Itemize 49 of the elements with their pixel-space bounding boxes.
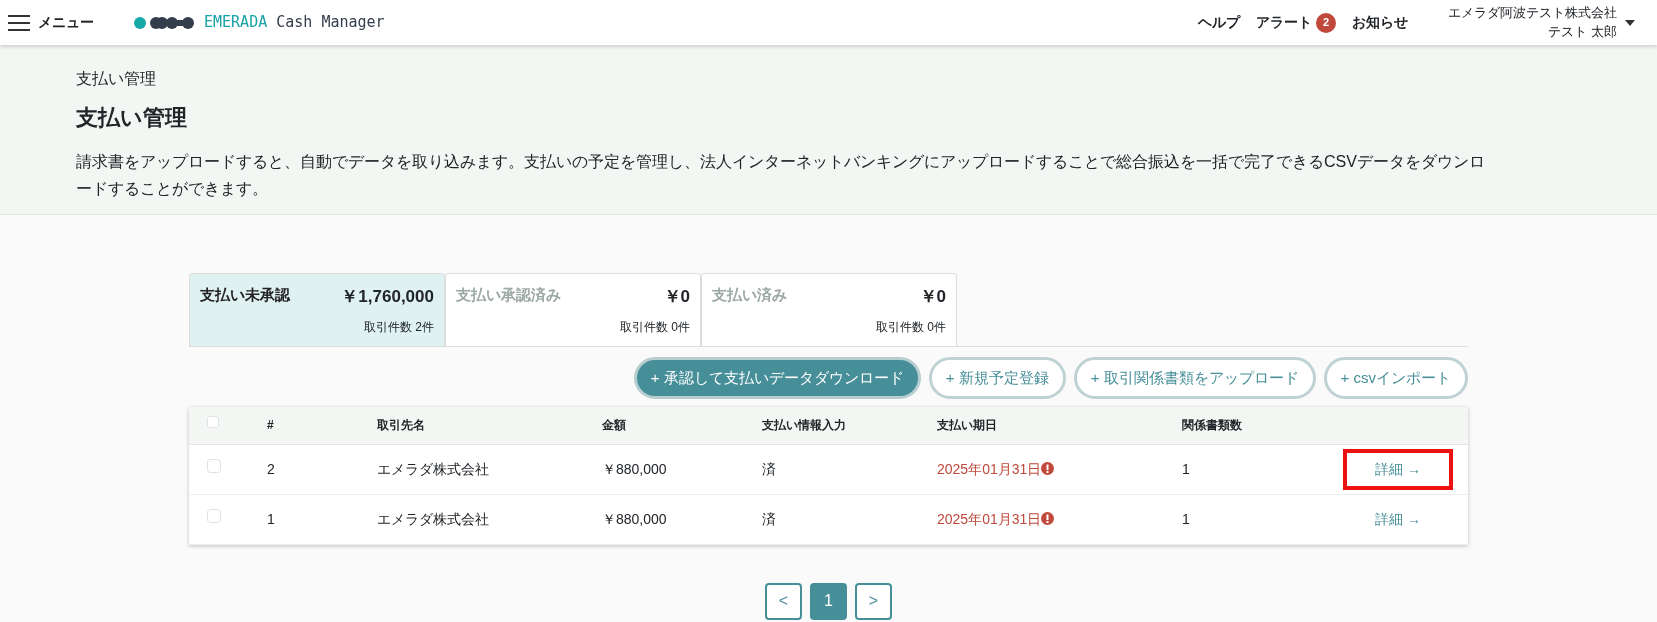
table-cell: 1 [1182, 510, 1190, 527]
column-header: # [267, 418, 274, 433]
company-name: エメラダ阿波テスト株式会社 [1448, 3, 1617, 22]
nav-link[interactable]: お知らせ [1352, 12, 1408, 33]
table-cell: ￥880,000 [602, 510, 667, 527]
table-cell: 1 [1182, 460, 1190, 477]
column-header: 支払い期日 [937, 418, 997, 433]
column-header: 関係書類数 [1182, 418, 1242, 433]
table-cell: 済 [762, 510, 776, 527]
nav-link[interactable]: アラート 2 [1256, 12, 1336, 33]
warning-icon [1041, 511, 1055, 525]
menu-button[interactable]: メニュー [8, 12, 94, 33]
checkbox[interactable] [207, 508, 221, 523]
page-button[interactable]: 1 [810, 582, 847, 620]
detail-link[interactable]: 詳細 → [1347, 502, 1449, 536]
page-description: 請求書をアップロードすると、自動でデータを取り込みます。支払いの予定を管理し、法人インターネットバンキングにアップロードすることで総合振込を一括で完了できるCSVデータをダウンロードすることができます。 [76, 152, 1486, 199]
column-header: 金額 [602, 418, 626, 433]
menu-icon [8, 14, 30, 31]
nav-link[interactable]: ヘルプ [1198, 12, 1240, 33]
breadcrumb[interactable]: 支払い管理 [76, 67, 1581, 91]
table-cell: ￥880,000 [602, 460, 667, 477]
table-cell: エメラダ株式会社 [377, 460, 489, 477]
checkbox[interactable] [207, 416, 219, 429]
column-header: 支払い情報入力 [762, 418, 846, 433]
page-title: 支払い管理 [76, 105, 188, 132]
action-button[interactable]: + 承認して支払いデータダウンロード [633, 357, 921, 400]
table-cell: エメラダ株式会社 [377, 510, 489, 527]
action-button[interactable]: + csvインポート [1323, 357, 1468, 400]
action-button[interactable]: + 取引関係書類をアップロード [1073, 357, 1316, 400]
user-menu[interactable]: エメラダ阿波テスト株式会社 テスト 太郎 [1448, 3, 1635, 42]
summary-tab[interactable]: 支払い済み ￥0 取引件数 0件 [701, 273, 957, 347]
next-page-button[interactable]: > [855, 582, 892, 620]
column-header: 取引先名 [377, 418, 425, 433]
table-cell: 2 [267, 460, 275, 477]
due-date: 2025年01月31日 [937, 460, 1042, 477]
checkbox[interactable] [207, 458, 221, 473]
warning-icon [1041, 461, 1055, 475]
action-button[interactable]: + 新規予定登録 [928, 357, 1066, 400]
alert-count-badge: 2 [1316, 12, 1336, 33]
due-date: 2025年01月31日 [937, 510, 1042, 527]
caret-icon [1625, 19, 1635, 26]
logo-icon [134, 15, 196, 30]
table-cell: 済 [762, 460, 776, 477]
table-cell: 1 [267, 510, 275, 527]
user-name: テスト 太郎 [1547, 22, 1617, 41]
prev-page-button[interactable]: < [765, 582, 802, 620]
summary-tab[interactable]: 支払い承認済み ￥0 取引件数 0件 [445, 273, 701, 347]
brand-logo[interactable]: EMERADA Cash Manager [134, 11, 385, 34]
summary-tab[interactable]: 支払い未承認 ￥1,760,000 取引件数 2件 [189, 273, 445, 347]
